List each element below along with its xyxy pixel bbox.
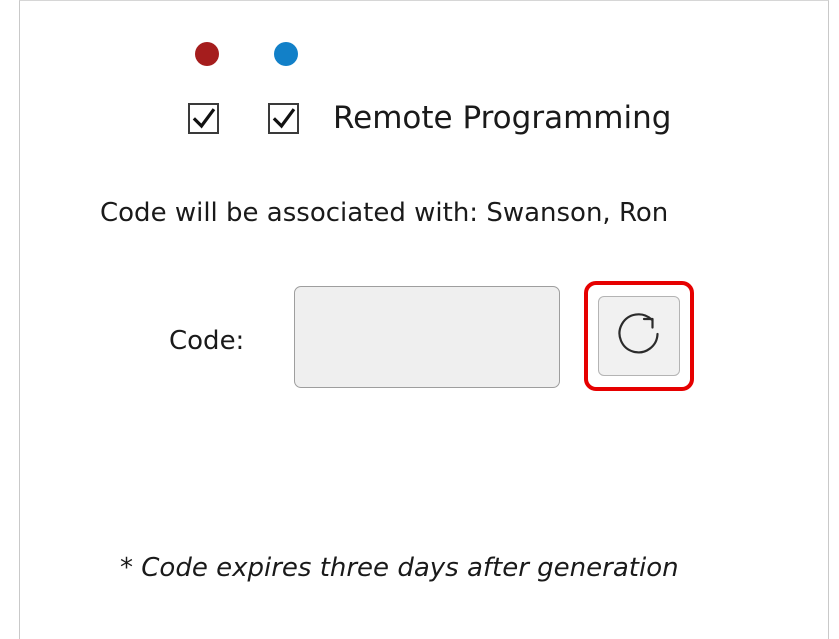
refresh-button[interactable]	[584, 281, 694, 391]
checkmark-icon	[272, 107, 295, 128]
expiry-note-asterisk: *	[120, 553, 142, 583]
code-field[interactable]	[294, 286, 560, 388]
red-indicator-dot	[195, 42, 219, 66]
association-text: Code will be associated with: Swanson, R…	[100, 198, 669, 228]
code-label: Code:	[169, 326, 245, 356]
expiry-note-text: Code expires three days after generation	[141, 553, 679, 583]
red-checkbox[interactable]	[188, 103, 219, 134]
remote-programming-label: Remote Programming	[333, 100, 672, 136]
blue-indicator-dot	[274, 42, 298, 66]
expiry-note: * Code expires three days after generati…	[120, 548, 679, 588]
remote-programming-checkbox[interactable]	[268, 103, 299, 134]
refresh-button-face	[598, 296, 680, 376]
refresh-icon	[618, 313, 659, 354]
checkmark-icon	[192, 107, 215, 128]
